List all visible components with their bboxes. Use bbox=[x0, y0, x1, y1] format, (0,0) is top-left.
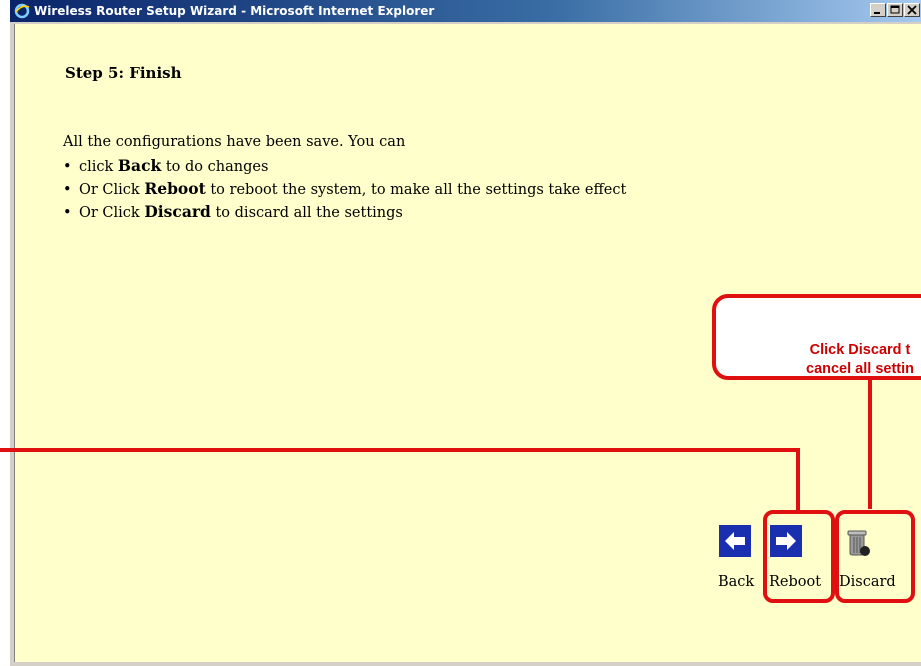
arrow-left-icon bbox=[725, 532, 745, 550]
discard-connector-line bbox=[868, 379, 872, 509]
back-button[interactable] bbox=[719, 525, 751, 557]
reboot-highlight-box bbox=[763, 510, 835, 603]
bullet-icon: • bbox=[63, 205, 72, 221]
maximize-button[interactable] bbox=[887, 3, 903, 17]
discard-highlight-box bbox=[835, 510, 915, 603]
intro-text: All the configurations have been save. Y… bbox=[63, 134, 406, 150]
minimize-button[interactable] bbox=[870, 3, 886, 17]
callout-text: Click Discard t cancel all settin bbox=[806, 342, 914, 377]
title-bar: Wireless Router Setup Wizard - Microsoft… bbox=[10, 0, 921, 22]
page-title: Step 5: Finish bbox=[65, 64, 182, 82]
close-button[interactable] bbox=[904, 3, 920, 17]
bullet-icon: • bbox=[63, 159, 72, 175]
maximize-icon bbox=[890, 5, 900, 14]
reboot-connector-drop bbox=[796, 448, 800, 510]
back-label[interactable]: Back bbox=[718, 574, 754, 590]
options-list: • click Back to do changes • Or Click Rebo… bbox=[63, 156, 626, 225]
reboot-connector-line bbox=[0, 448, 800, 452]
window-title: Wireless Router Setup Wizard - Microsoft… bbox=[34, 4, 435, 18]
close-icon bbox=[907, 5, 917, 15]
list-item: • click Back to do changes bbox=[63, 156, 269, 175]
bullet-icon: • bbox=[63, 182, 72, 198]
list-item: • Or Click Discard to discard all the set… bbox=[63, 202, 403, 221]
internet-explorer-icon bbox=[14, 3, 30, 19]
list-item: • Or Click Reboot to reboot the system, t… bbox=[63, 179, 627, 198]
minimize-icon bbox=[874, 12, 880, 14]
